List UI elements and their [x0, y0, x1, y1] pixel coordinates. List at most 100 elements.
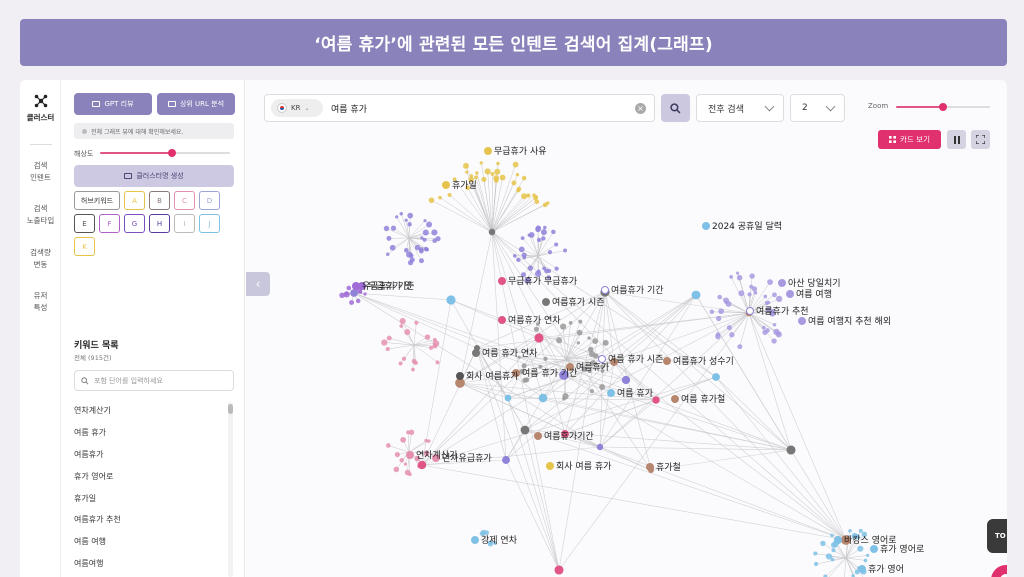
cluster-chip[interactable]: E	[74, 214, 95, 233]
keyword-search-placeholder: 포함 단어를 입력하세요	[94, 376, 163, 385]
card-view-label: 카드 보기	[900, 135, 930, 144]
graph-node-label: 아산 당일치기	[788, 277, 841, 289]
graph-node	[596, 443, 604, 451]
nav-user-traits[interactable]: 유저 특성	[20, 290, 61, 314]
graph-node	[383, 225, 390, 232]
scroll-to-top-button[interactable]: TO	[987, 519, 1007, 553]
cluster-chip[interactable]: B	[149, 191, 170, 210]
generate-cluster-button[interactable]: 클러스터명 생성	[74, 165, 234, 187]
graph-node	[848, 528, 852, 533]
keyword-list-item[interactable]: 여름여행	[74, 553, 224, 575]
graph-node	[494, 168, 501, 175]
graph-edge	[491, 196, 537, 233]
depth-select[interactable]: 2	[790, 94, 845, 122]
keyword-search-input[interactable]: 포함 단어를 입력하세요	[74, 370, 234, 391]
graph-node	[563, 248, 568, 253]
graph-node	[602, 339, 609, 346]
graph-edge	[718, 312, 750, 319]
graph-node	[424, 247, 429, 252]
graph-node	[775, 331, 782, 338]
keyword-list-item[interactable]: 휴가 영어로	[74, 465, 224, 487]
nav-search-exposure-type[interactable]: 검색 노출타입	[20, 203, 61, 227]
country-select[interactable]: KR ⌄	[271, 99, 323, 117]
top-url-button[interactable]: 상위 URL 분석	[157, 93, 235, 115]
graph-node-label: 여름 휴가 기간	[522, 367, 577, 379]
card-view-button[interactable]: 카드 보기	[878, 130, 941, 149]
keyword-list-item[interactable]: 여름 휴가	[74, 422, 224, 444]
cluster-chip[interactable]: 허브키워드	[74, 191, 120, 210]
cluster-chip[interactable]: F	[99, 214, 120, 233]
cluster-chip[interactable]: I	[174, 214, 195, 233]
cluster-chip[interactable]: J	[199, 214, 220, 233]
nav-search-intent[interactable]: 검색 인텐트	[20, 160, 61, 184]
cluster-chip[interactable]: G	[124, 214, 145, 233]
graph-node	[520, 236, 525, 241]
graph-node-dot	[472, 349, 480, 357]
generate-cluster-label: 클러스터명 생성	[136, 172, 184, 180]
graph-edge	[518, 255, 539, 261]
graph-node	[576, 341, 581, 345]
graph-edge	[537, 255, 557, 269]
graph-node	[447, 193, 452, 198]
graph-node	[423, 219, 427, 223]
graph-node	[411, 367, 415, 372]
graph-node	[401, 356, 407, 361]
keyword-list: 연차계산기 여름 휴가 여름휴가 휴가 영어로 휴가일 여름휴가 추천 여름 여행 여름여행	[74, 400, 224, 574]
search-query-input[interactable]: 여름 휴가	[331, 102, 367, 115]
graph-node-dot	[484, 147, 492, 155]
collapse-panel-button[interactable]: ‹	[246, 272, 270, 296]
zoom-slider-knob[interactable]	[939, 103, 947, 111]
cluster-chip[interactable]: H	[149, 214, 170, 233]
cluster-chip[interactable]: A	[124, 191, 145, 210]
graph-node	[511, 180, 517, 186]
chevron-down-icon: ⌄	[304, 104, 310, 112]
nav-search-volume-change[interactable]: 검색량 변동	[20, 247, 61, 271]
graph-node	[406, 251, 413, 258]
cluster-chip[interactable]: D	[199, 191, 220, 210]
graph-node-label: 여름 여행지 추천 해외	[808, 315, 891, 327]
graph-node	[350, 289, 358, 297]
keyword-list-scrollbar[interactable]	[228, 402, 233, 577]
search-button[interactable]	[661, 94, 690, 122]
search-mode-select[interactable]: 전후 검색	[696, 94, 784, 122]
gpt-review-button[interactable]: GPT 리뷰	[74, 93, 152, 115]
graph-node	[385, 346, 390, 352]
fullscreen-button[interactable]	[971, 130, 990, 149]
graph-node	[771, 338, 777, 344]
graph-node	[404, 218, 408, 222]
resolution-slider[interactable]	[100, 149, 230, 157]
cluster-chip[interactable]: K	[74, 237, 95, 256]
resolution-slider-knob[interactable]	[167, 149, 176, 157]
keyword-list-item[interactable]: 여름 여행	[74, 531, 224, 553]
graph-node-label: 무급휴가 무급휴가	[508, 276, 577, 287]
graph-edge	[505, 459, 560, 571]
graph-node-label: 여름휴가 연차	[508, 314, 561, 326]
graph-node-label: 휴가일	[452, 180, 477, 191]
graph-node	[534, 199, 540, 204]
keyword-list-item[interactable]: 여름휴가	[74, 444, 224, 466]
graph-edge	[604, 291, 615, 363]
network-graph[interactable]: 무급휴가 사유휴가일 2024 공휴일 달력무급휴가 무급휴가여름휴가 기간여름휴…	[246, 80, 1007, 577]
graph-node	[543, 356, 548, 361]
depth-value: 2	[802, 103, 808, 113]
graph-node-dot	[702, 222, 710, 230]
fullscreen-icon	[976, 135, 985, 144]
graph-node	[534, 333, 544, 343]
keyword-list-item[interactable]: 휴가일	[74, 487, 224, 509]
graph-node	[736, 274, 743, 281]
search-icon	[81, 376, 89, 385]
graph-node	[526, 193, 531, 198]
keyword-list-item[interactable]: 연차계산기	[74, 400, 224, 422]
pause-button[interactable]	[947, 130, 966, 149]
scrollbar-thumb[interactable]	[228, 404, 233, 414]
nav-cluster[interactable]: 클러스터	[20, 94, 61, 123]
graph-node	[726, 325, 732, 331]
graph-search-bar[interactable]: KR ⌄ 여름 휴가 ×	[264, 94, 655, 122]
cluster-chip[interactable]: C	[174, 191, 195, 210]
graph-area[interactable]: 무급휴가 사유 휴가일 2024 공휴일 달력 무급휴가 무급휴가 여름휴가 기간 여름휴…	[246, 80, 1007, 577]
keyword-list-item[interactable]: 여름휴가 추천	[74, 509, 224, 531]
graph-node	[484, 530, 490, 536]
zoom-slider[interactable]	[896, 103, 990, 111]
clear-search-icon[interactable]: ×	[635, 103, 646, 114]
graph-node	[346, 285, 352, 291]
